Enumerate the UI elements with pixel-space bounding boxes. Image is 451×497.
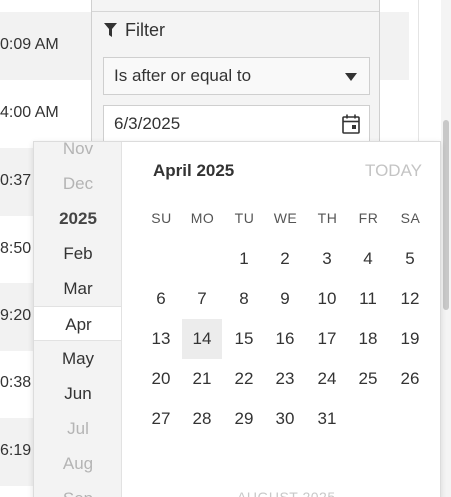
calendar-day[interactable]: 11 xyxy=(348,279,388,319)
grid-time-cell: 0:09 AM xyxy=(0,36,59,53)
caret-down-icon xyxy=(345,73,357,81)
calendar-day[interactable]: 9 xyxy=(265,279,305,319)
grid-time-cell: 9:20 xyxy=(0,307,32,324)
calendar-day[interactable]: 31 xyxy=(307,399,347,439)
month-item[interactable]: Jun xyxy=(34,376,121,411)
filter-header: Filter xyxy=(104,19,165,41)
calendar-day[interactable]: 27 xyxy=(141,399,181,439)
weekday-header: TU xyxy=(234,210,255,226)
weekday-header: WE xyxy=(273,210,298,226)
weekday-header: MO xyxy=(190,210,215,226)
calendar-day[interactable]: 24 xyxy=(307,359,347,399)
grid-time-cell: 0:37 xyxy=(0,172,32,189)
calendar-day[interactable]: 30 xyxy=(265,399,305,439)
weekday-header: TH xyxy=(317,210,338,226)
filter-funnel-icon xyxy=(104,23,117,37)
calendar-day[interactable]: 22 xyxy=(224,359,264,399)
month-item[interactable]: Sep xyxy=(34,481,121,497)
today-button[interactable]: TODAY xyxy=(365,161,422,181)
weekday-header: SU xyxy=(151,210,172,226)
filter-menu: Filter Is after or equal to 6/3/2025 xyxy=(91,0,380,160)
calendar-day[interactable]: 7 xyxy=(182,279,222,319)
month-item[interactable]: Mar xyxy=(34,271,121,306)
month-item[interactable]: Feb xyxy=(34,236,121,271)
calendar-day[interactable]: 26 xyxy=(390,359,430,399)
calendar-day[interactable]: 5 xyxy=(390,239,430,279)
calendar-day[interactable]: 28 xyxy=(182,399,222,439)
filter-date-value: 6/3/2025 xyxy=(114,114,181,133)
filter-menu-separator xyxy=(92,0,379,12)
weekday-header: FR xyxy=(358,210,379,226)
calendar-day[interactable]: 14 xyxy=(182,319,222,359)
calendar-day[interactable]: 17 xyxy=(307,319,347,359)
filter-header-label: Filter xyxy=(125,19,165,40)
filter-operator-select[interactable]: Is after or equal to xyxy=(103,57,370,95)
calendar-body: April 2025 TODAY AUGUST 2025 SU MO TU WE TH F… xyxy=(122,142,440,497)
calendar-day[interactable]: 15 xyxy=(224,319,264,359)
next-month-label: AUGUST 2025 xyxy=(237,489,336,497)
calendar-day[interactable]: 18 xyxy=(348,319,388,359)
calendar-day[interactable]: 21 xyxy=(182,359,222,399)
month-navigator[interactable]: NovDec2025FebMarAprMayJunJulAugSep xyxy=(34,142,122,497)
month-item[interactable]: Jul xyxy=(34,411,121,446)
calendar-day[interactable]: 16 xyxy=(265,319,305,359)
calendar-day[interactable]: 23 xyxy=(265,359,305,399)
calendar-day[interactable]: 10 xyxy=(307,279,347,319)
month-item[interactable]: Dec xyxy=(34,166,121,201)
grid-time-cell: 0:38 xyxy=(0,374,32,391)
calendar-day[interactable]: 19 xyxy=(390,319,430,359)
calendar-day[interactable]: 2 xyxy=(265,239,305,279)
weekday-header: SA xyxy=(400,210,421,226)
month-item[interactable]: May xyxy=(34,341,121,376)
date-picker-popup: NovDec2025FebMarAprMayJunJulAugSep April… xyxy=(33,141,441,497)
scrollbar-thumb[interactable] xyxy=(443,120,449,310)
filter-operator-value: Is after or equal to xyxy=(114,66,252,85)
calendar-title: April 2025 xyxy=(153,161,235,180)
calendar-day[interactable]: 25 xyxy=(348,359,388,399)
grid-time-cell: 4:00 AM xyxy=(0,104,59,121)
calendar-day[interactable]: 1 xyxy=(224,239,264,279)
calendar-day[interactable]: 3 xyxy=(307,239,347,279)
calendar-icon[interactable] xyxy=(342,114,360,134)
month-item[interactable]: Apr xyxy=(34,306,121,341)
filter-date-input[interactable]: 6/3/2025 xyxy=(103,105,370,143)
grid-time-cell: 8:50 xyxy=(0,240,32,257)
calendar-day[interactable]: 4 xyxy=(348,239,388,279)
calendar-day[interactable]: 8 xyxy=(224,279,264,319)
calendar-day[interactable]: 12 xyxy=(390,279,430,319)
calendar-day[interactable]: 13 xyxy=(141,319,181,359)
month-item[interactable]: 2025 xyxy=(34,201,121,236)
calendar-day[interactable]: 6 xyxy=(141,279,181,319)
calendar-day[interactable]: 20 xyxy=(141,359,181,399)
grid-time-cell: 6:19 xyxy=(0,442,32,459)
calendar-day[interactable]: 29 xyxy=(224,399,264,439)
month-item[interactable]: Nov xyxy=(34,142,121,166)
month-item[interactable]: Aug xyxy=(34,446,121,481)
